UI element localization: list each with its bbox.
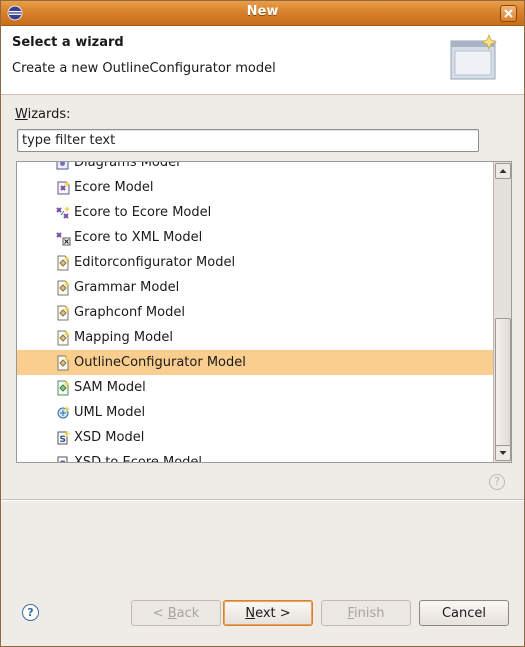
tree-item[interactable]: Grammar Model bbox=[17, 275, 493, 300]
tree-item[interactable]: Ecore Model bbox=[17, 175, 493, 200]
window-title: New bbox=[246, 4, 279, 19]
ecore-to-xml-icon bbox=[56, 232, 71, 246]
ecore-model-icon bbox=[57, 181, 70, 195]
tree-item-label: Grammar Model bbox=[74, 280, 180, 295]
wizard-tree[interactable]: Diagrams Model Ecore Model Ecore to Ecore … bbox=[16, 161, 512, 463]
scroll-thumb[interactable] bbox=[495, 318, 511, 452]
tree-item[interactable]: Mapping Model bbox=[17, 325, 493, 350]
tree-item[interactable]: Diagrams Model bbox=[17, 161, 493, 175]
close-button[interactable] bbox=[500, 5, 517, 22]
wizards-label-text: izards: bbox=[27, 107, 71, 122]
back-button-mnemonic: B bbox=[167, 606, 177, 621]
tree-item-label: Ecore to XML Model bbox=[74, 230, 203, 245]
tree-item-label: SAM Model bbox=[74, 380, 146, 395]
tree-item[interactable]: Editorconfigurator Model bbox=[17, 250, 493, 275]
tree-item-label: Ecore Model bbox=[74, 180, 154, 195]
tree-item[interactable]: Graphconf Model bbox=[17, 300, 493, 325]
model-file-icon bbox=[57, 280, 70, 296]
model-file-icon bbox=[57, 305, 70, 321]
new-wizard-dialog: New Select a wizard Create a new Outline… bbox=[0, 0, 525, 647]
tree-item-label: OutlineConfigurator Model bbox=[74, 355, 246, 370]
back-button-prefix: < bbox=[152, 606, 168, 621]
scroll-up-button[interactable] bbox=[495, 163, 511, 179]
wizards-label-mnemonic: W bbox=[15, 107, 28, 122]
svg-text:S: S bbox=[60, 435, 66, 445]
model-file-icon bbox=[57, 330, 70, 346]
tree-item[interactable]: S XSD Model bbox=[17, 425, 493, 450]
xsd-to-ecore-icon: S bbox=[57, 456, 68, 463]
next-button-mnemonic: N bbox=[245, 606, 256, 621]
close-icon bbox=[504, 9, 513, 18]
finish-button-label: inish bbox=[354, 606, 385, 621]
next-button[interactable]: Next > bbox=[223, 600, 313, 626]
finish-button[interactable]: Finish bbox=[321, 600, 411, 626]
tree-item-label: Graphconf Model bbox=[74, 305, 185, 320]
tree-item[interactable]: SAM Model bbox=[17, 375, 493, 400]
filter-input[interactable] bbox=[17, 129, 479, 152]
new-wizard-banner-icon bbox=[450, 33, 498, 80]
tree-scrollbar[interactable] bbox=[493, 162, 511, 462]
banner-description: Create a new OutlineConfigurator model bbox=[12, 61, 276, 76]
diagram-model-icon bbox=[56, 162, 69, 170]
tree-item-label: Editorconfigurator Model bbox=[74, 255, 236, 270]
wizard-banner: Select a wizard Create a new OutlineConf… bbox=[1, 26, 524, 95]
uml-model-icon bbox=[57, 406, 70, 419]
wizards-label: Wizards: bbox=[15, 107, 71, 122]
tree-item-label: UML Model bbox=[74, 405, 146, 420]
model-file-green-icon bbox=[57, 380, 70, 396]
model-file-icon bbox=[57, 355, 70, 371]
tree-item-label: Mapping Model bbox=[74, 330, 173, 345]
scroll-down-button[interactable] bbox=[495, 445, 511, 461]
arrow-down-icon bbox=[499, 451, 507, 455]
back-button-label: ack bbox=[176, 606, 200, 621]
tree-item[interactable]: UML Model bbox=[17, 400, 493, 425]
tree-item-label: XSD Model bbox=[74, 430, 145, 445]
svg-text:S: S bbox=[60, 460, 66, 463]
ecore-to-ecore-icon bbox=[56, 206, 70, 219]
tree-item[interactable]: OutlineConfigurator Model bbox=[17, 350, 493, 375]
tree-item[interactable]: Ecore to XML Model bbox=[17, 225, 493, 250]
wizard-help-icon[interactable]: ? bbox=[489, 474, 505, 490]
tree-item-label: XSD to Ecore Model bbox=[74, 455, 203, 463]
tree-item[interactable]: Ecore to Ecore Model bbox=[17, 200, 493, 225]
tree-item[interactable]: S XSD to Ecore Model bbox=[17, 450, 493, 463]
back-button[interactable]: < Back bbox=[131, 600, 221, 626]
title-bar[interactable]: New bbox=[1, 1, 524, 26]
xsd-model-icon: S bbox=[57, 431, 70, 445]
help-button[interactable]: ? bbox=[22, 604, 39, 621]
next-button-label: ext > bbox=[255, 606, 291, 621]
tree-item-label: Diagrams Model bbox=[74, 161, 180, 170]
tree-item-label: Ecore to Ecore Model bbox=[74, 205, 212, 220]
separator bbox=[1, 499, 524, 501]
wizard-tree-items: Diagrams Model Ecore Model Ecore to Ecore … bbox=[17, 161, 493, 463]
arrow-up-icon bbox=[499, 169, 507, 173]
banner-title: Select a wizard bbox=[12, 35, 124, 50]
model-file-icon bbox=[57, 255, 70, 271]
cancel-button[interactable]: Cancel bbox=[419, 600, 509, 626]
